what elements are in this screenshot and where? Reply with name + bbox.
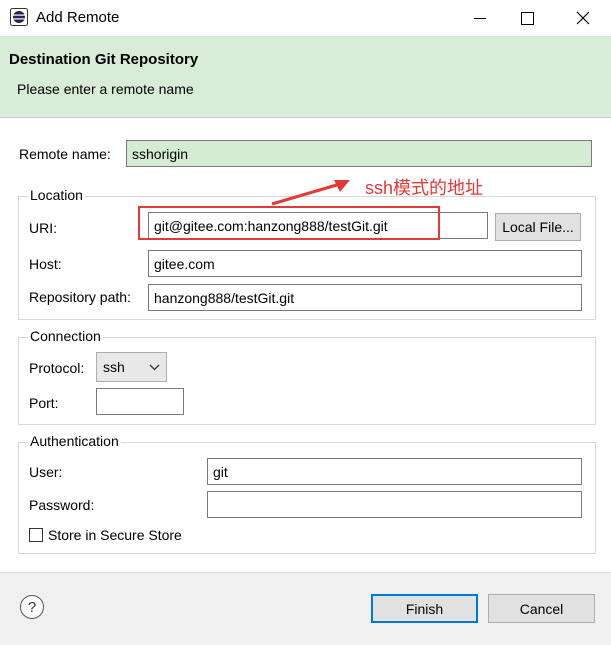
annotation-arrow-icon [271,180,350,206]
annotation-text: ssh模式的地址 [365,178,484,198]
uri-label: URI: [29,220,57,236]
wizard-banner [0,36,611,118]
repository-path-label: Repository path: [29,289,131,305]
protocol-select-value: ssh [103,359,125,375]
password-input[interactable] [207,491,582,518]
user-input[interactable] [207,458,582,485]
maximize-icon [520,11,534,25]
authentication-group-title: Authentication [28,433,121,449]
port-label: Port: [29,395,59,411]
maximize-button[interactable] [504,0,550,36]
help-icon[interactable]: ? [20,595,44,619]
close-button[interactable] [560,0,606,36]
connection-group-title: Connection [28,328,103,344]
password-label: Password: [29,497,95,513]
chevron-down-icon [149,364,160,371]
host-input[interactable] [148,250,582,277]
protocol-label: Protocol: [29,360,85,376]
annotation-highlight-box [138,206,440,240]
user-label: User: [29,464,63,480]
banner-title: Destination Git Repository [9,51,199,68]
remote-name-label: Remote name: [19,146,111,162]
eclipse-app-icon [10,8,28,26]
cancel-button[interactable]: Cancel [488,594,595,623]
close-icon [576,11,590,25]
banner-message: Please enter a remote name [17,81,194,97]
finish-button[interactable]: Finish [371,594,478,623]
location-group-title: Location [28,187,85,203]
window-title: Add Remote [36,9,120,26]
minimize-icon [474,17,486,19]
host-label: Host: [29,256,62,272]
port-input[interactable] [96,388,184,415]
repository-path-input[interactable] [148,284,582,311]
store-secure-label: Store in Secure Store [48,527,182,543]
store-secure-checkbox[interactable] [29,528,43,542]
remote-name-input[interactable] [126,140,592,167]
protocol-select[interactable]: ssh [96,352,167,382]
minimize-button[interactable] [457,0,503,36]
local-file-button[interactable]: Local File... [495,213,581,241]
